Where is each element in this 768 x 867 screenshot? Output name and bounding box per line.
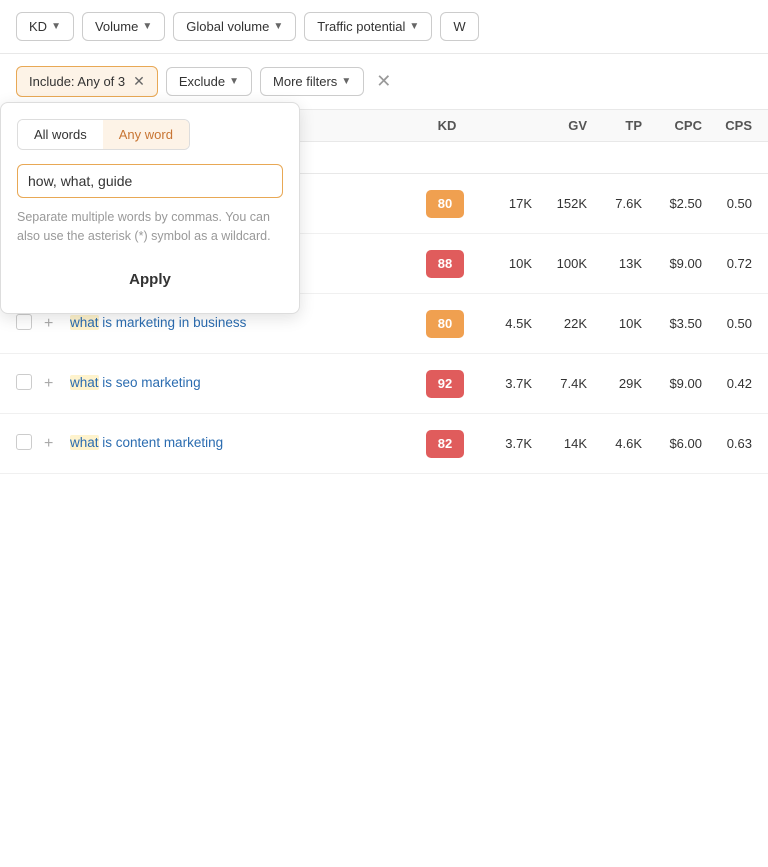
row-checkbox-4[interactable] bbox=[16, 434, 32, 450]
filter-bar: KD ▼ Volume ▼ Global volume ▼ Traffic po… bbox=[0, 0, 768, 54]
kd-filter-btn[interactable]: KD ▼ bbox=[16, 12, 74, 41]
more-filters-label: More filters bbox=[273, 74, 337, 89]
word-toggle-group: All words Any word bbox=[17, 119, 190, 150]
w-label: W bbox=[453, 19, 465, 34]
kd-badge: 88 bbox=[426, 250, 464, 278]
traffic-potential-cell: 10K bbox=[587, 316, 642, 331]
volume-chevron-icon: ▼ bbox=[142, 21, 152, 32]
kd-label: KD bbox=[29, 19, 47, 34]
cpc-cell: $6.00 bbox=[642, 436, 702, 451]
volume-filter-btn[interactable]: Volume ▼ bbox=[82, 12, 165, 41]
kd-badge: 80 bbox=[426, 190, 464, 218]
traffic-potential-chevron-icon: ▼ bbox=[409, 21, 419, 32]
header-tp: TP bbox=[587, 118, 642, 133]
add-keyword-btn-4[interactable]: + bbox=[44, 435, 62, 453]
include-label: Include: Any of 3 bbox=[29, 74, 125, 89]
keyword-filter-input[interactable] bbox=[17, 164, 283, 198]
keyword-link[interactable]: what is marketing in business bbox=[70, 315, 246, 330]
apply-filter-btn[interactable]: Apply bbox=[17, 262, 283, 297]
include-close-icon[interactable]: ✕ bbox=[133, 73, 145, 90]
kd-badge: 92 bbox=[426, 370, 464, 398]
cpc-cell: $9.00 bbox=[642, 376, 702, 391]
keyword-link[interactable]: what is seo marketing bbox=[70, 375, 201, 390]
kd-badge: 80 bbox=[426, 310, 464, 338]
w-filter-btn[interactable]: W bbox=[440, 12, 478, 41]
traffic-potential-cell: 13K bbox=[587, 256, 642, 271]
exclude-filter-btn[interactable]: Exclude ▼ bbox=[166, 67, 252, 96]
header-cps: CPS bbox=[702, 118, 752, 133]
kd-badge: 82 bbox=[426, 430, 464, 458]
traffic-potential-filter-btn[interactable]: Traffic potential ▼ bbox=[304, 12, 432, 41]
traffic-potential-cell: 4.6K bbox=[587, 436, 642, 451]
keyword-cell: what is marketing in business bbox=[70, 314, 418, 333]
keyword-cell: what is seo marketing bbox=[70, 374, 418, 393]
keyword-cell: what is content marketing bbox=[70, 434, 418, 453]
volume-cell: 10K bbox=[472, 256, 532, 271]
filter-hint-text: Separate multiple words by commas. You c… bbox=[17, 208, 283, 246]
all-words-toggle-btn[interactable]: All words bbox=[18, 120, 103, 149]
header-gv: GV bbox=[532, 118, 587, 133]
any-word-toggle-btn[interactable]: Any word bbox=[103, 120, 189, 149]
volume-label: Volume bbox=[95, 19, 138, 34]
table-row: + what is content marketing 82 3.7K14K4.6K$… bbox=[0, 414, 768, 474]
cpc-cell: $2.50 bbox=[642, 196, 702, 211]
exclude-chevron-icon: ▼ bbox=[229, 76, 239, 87]
volume-cell: 3.7K bbox=[472, 436, 532, 451]
cps-cell: 0.50 bbox=[702, 316, 752, 331]
include-filter-btn[interactable]: Include: Any of 3 ✕ bbox=[16, 66, 158, 97]
traffic-potential-label: Traffic potential bbox=[317, 19, 405, 34]
global-volume-label: Global volume bbox=[186, 19, 269, 34]
add-keyword-btn-3[interactable]: + bbox=[44, 375, 62, 393]
active-filter-bar: Include: Any of 3 ✕ Exclude ▼ More filte… bbox=[0, 54, 768, 110]
traffic-potential-cell: 7.6K bbox=[587, 196, 642, 211]
global-volume-cell: 7.4K bbox=[532, 376, 587, 391]
add-keyword-btn-2[interactable]: + bbox=[44, 315, 62, 333]
header-kd: KD bbox=[422, 118, 472, 133]
row-checkbox-3[interactable] bbox=[16, 374, 32, 390]
global-volume-cell: 152K bbox=[532, 196, 587, 211]
keyword-link[interactable]: what is content marketing bbox=[70, 435, 223, 450]
global-volume-chevron-icon: ▼ bbox=[273, 21, 283, 32]
row-checkbox-2[interactable] bbox=[16, 314, 32, 330]
exclude-label: Exclude bbox=[179, 74, 225, 89]
traffic-potential-cell: 29K bbox=[587, 376, 642, 391]
volume-cell: 3.7K bbox=[472, 376, 532, 391]
global-volume-cell: 22K bbox=[532, 316, 587, 331]
kd-chevron-icon: ▼ bbox=[51, 21, 61, 32]
header-cpc: CPC bbox=[642, 118, 702, 133]
cps-cell: 0.50 bbox=[702, 196, 752, 211]
global-volume-cell: 14K bbox=[532, 436, 587, 451]
more-filters-chevron-icon: ▼ bbox=[341, 76, 351, 87]
table-row: + what is seo marketing 92 3.7K7.4K29K$9.00… bbox=[0, 354, 768, 414]
cps-cell: 0.72 bbox=[702, 256, 752, 271]
volume-cell: 17K bbox=[472, 196, 532, 211]
more-filters-btn[interactable]: More filters ▼ bbox=[260, 67, 364, 96]
cpc-cell: $9.00 bbox=[642, 256, 702, 271]
clear-all-icon[interactable]: ✕ bbox=[376, 71, 391, 92]
cpc-cell: $3.50 bbox=[642, 316, 702, 331]
cps-cell: 0.63 bbox=[702, 436, 752, 451]
global-volume-filter-btn[interactable]: Global volume ▼ bbox=[173, 12, 296, 41]
cps-cell: 0.42 bbox=[702, 376, 752, 391]
include-dropdown-popup: All words Any word Separate multiple wor… bbox=[0, 102, 300, 314]
global-volume-cell: 100K bbox=[532, 256, 587, 271]
volume-cell: 4.5K bbox=[472, 316, 532, 331]
